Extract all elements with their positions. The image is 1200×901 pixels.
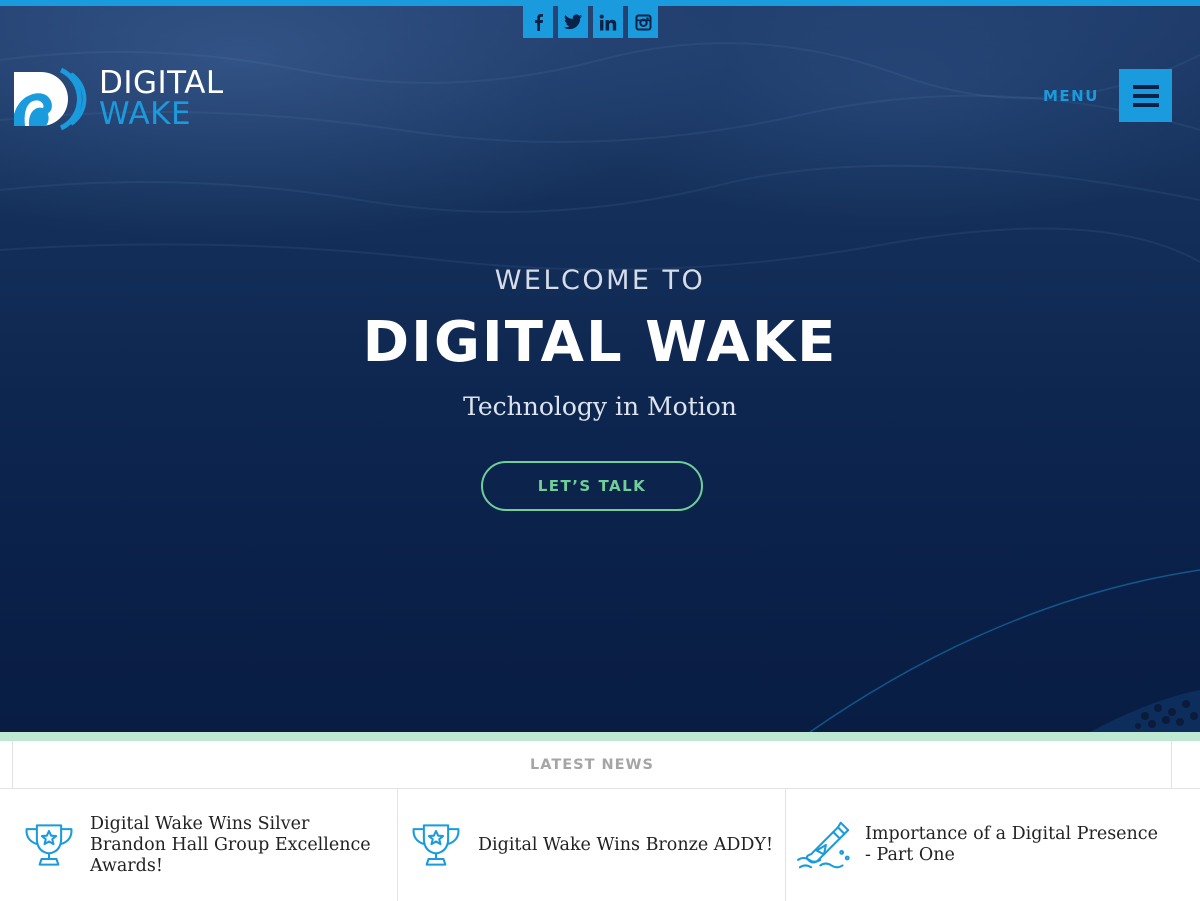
news-item[interactable]: Digital Wake Wins Bronze ADDY! bbox=[398, 789, 786, 901]
hero-tagline: Technology in Motion bbox=[463, 392, 737, 421]
latest-news-header: LATEST NEWS bbox=[0, 741, 1200, 788]
twitter-icon[interactable] bbox=[558, 6, 588, 38]
hero-welcome-text: WELCOME TO bbox=[494, 265, 706, 296]
facebook-icon[interactable] bbox=[523, 6, 553, 38]
news-item[interactable]: Digital Wake Wins Silver Brandon Hall Gr… bbox=[0, 789, 398, 901]
logo-wordmark: DIGITAL WAKE bbox=[99, 68, 224, 130]
latest-news-title: LATEST NEWS bbox=[530, 756, 654, 773]
latest-news-header-box: LATEST NEWS bbox=[12, 741, 1172, 788]
news-item-title: Digital Wake Wins Silver Brandon Hall Gr… bbox=[90, 813, 371, 876]
trophy-icon bbox=[25, 824, 73, 866]
news-item-title: Importance of a Digital Presence - Part … bbox=[865, 824, 1158, 865]
wave-logo-icon bbox=[14, 67, 87, 131]
trophy-icon bbox=[412, 824, 460, 866]
logo-text-wake: WAKE bbox=[99, 96, 192, 132]
news-item[interactable]: Importance of a Digital Presence - Part … bbox=[786, 789, 1200, 901]
news-list: Digital Wake Wins Silver Brandon Hall Gr… bbox=[0, 788, 1200, 901]
hamburger-icon-bar bbox=[1132, 93, 1159, 98]
social-links bbox=[523, 6, 658, 38]
lets-talk-button[interactable]: LET’S TALK bbox=[481, 461, 703, 511]
hamburger-icon-bar bbox=[1132, 102, 1159, 107]
news-item-title: Digital Wake Wins Bronze ADDY! bbox=[478, 834, 774, 855]
instagram-icon[interactable] bbox=[628, 6, 658, 38]
hamburger-icon-bar bbox=[1132, 84, 1159, 89]
menu-label[interactable]: MENU bbox=[1043, 87, 1099, 105]
message-bottle-icon bbox=[796, 821, 850, 869]
hero-headline: DIGITAL WAKE bbox=[362, 310, 838, 375]
logo-text-digital: DIGITAL bbox=[99, 65, 224, 101]
section-divider-strip bbox=[0, 732, 1200, 741]
hamburger-menu-button[interactable] bbox=[1119, 69, 1172, 122]
linkedin-icon[interactable] bbox=[593, 6, 623, 38]
digital-wake-logo[interactable]: DIGITAL WAKE bbox=[11, 66, 224, 132]
